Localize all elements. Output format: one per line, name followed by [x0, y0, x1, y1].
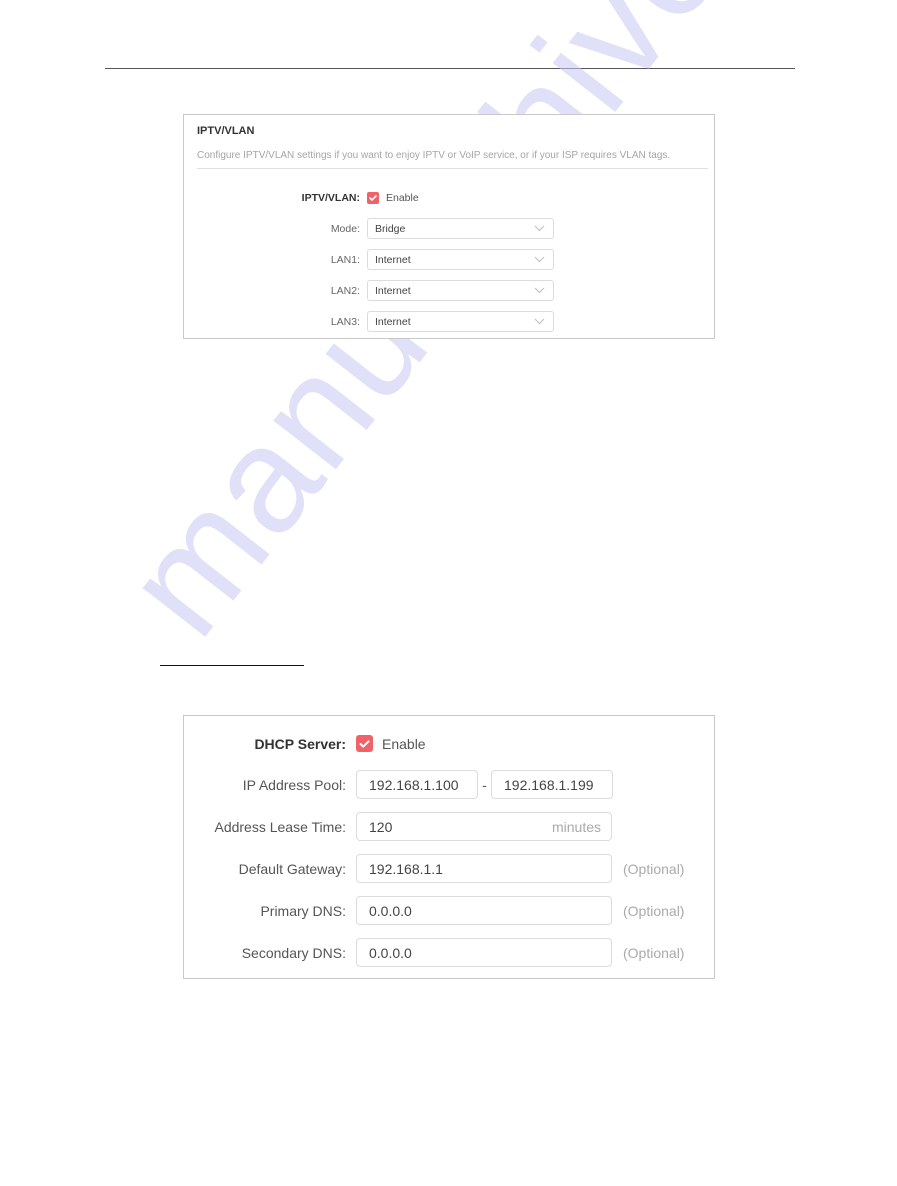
- link-underline: [160, 665, 304, 666]
- dhcp-enable-label: DHCP Server:: [254, 735, 346, 752]
- chevron-down-icon: [534, 256, 545, 263]
- page-header-rule: [105, 68, 795, 69]
- secondary-dns-input[interactable]: 0.0.0.0: [356, 938, 612, 967]
- ip-pool-end-value: 192.168.1.199: [504, 776, 594, 793]
- iptv-enable-checkbox-label[interactable]: Enable: [386, 192, 419, 204]
- iptv-vlan-panel: IPTV/VLAN Configure IPTV/VLAN settings i…: [183, 114, 715, 339]
- lan2-select-value: Internet: [375, 284, 411, 297]
- divider: [197, 168, 708, 169]
- lan1-select[interactable]: Internet: [367, 249, 554, 270]
- primary-dns-label: Primary DNS:: [260, 902, 346, 919]
- chevron-down-icon: [534, 318, 545, 325]
- lan1-label: LAN1:: [330, 253, 360, 266]
- default-gateway-row: Default Gateway: 192.168.1.1 (Optional): [184, 854, 684, 883]
- lan3-select[interactable]: Internet: [367, 311, 554, 332]
- default-gateway-optional-hint: (Optional): [623, 860, 685, 877]
- ip-pool-row: IP Address Pool: 192.168.1.100 - 192.168…: [184, 770, 613, 799]
- lan3-select-value: Internet: [375, 315, 411, 328]
- default-gateway-input[interactable]: 192.168.1.1: [356, 854, 612, 883]
- secondary-dns-row: Secondary DNS: 0.0.0.0 (Optional): [184, 938, 684, 967]
- dhcp-enable-checkbox-label[interactable]: Enable: [382, 736, 426, 752]
- lan3-label: LAN3:: [330, 315, 360, 328]
- lease-time-value: 120: [369, 818, 393, 835]
- lan2-select[interactable]: Internet: [367, 280, 554, 301]
- secondary-dns-optional-hint: (Optional): [623, 944, 685, 961]
- lan2-label: LAN2:: [330, 284, 360, 297]
- dhcp-server-panel: DHCP Server: Enable IP Address Pool: 192…: [183, 715, 715, 979]
- chevron-down-icon: [534, 225, 545, 232]
- iptv-enable-row: IPTV/VLAN: Enable: [184, 192, 419, 204]
- mode-row: Mode: Bridge: [184, 218, 554, 239]
- dhcp-enable-row: DHCP Server: Enable: [184, 735, 426, 752]
- lan2-row: LAN2: Internet: [184, 280, 554, 301]
- iptv-enable-label: IPTV/VLAN:: [301, 192, 360, 204]
- checkmark-icon: [359, 739, 370, 748]
- mode-select[interactable]: Bridge: [367, 218, 554, 239]
- panel-description: Configure IPTV/VLAN settings if you want…: [197, 150, 671, 161]
- secondary-dns-value: 0.0.0.0: [369, 944, 412, 961]
- primary-dns-row: Primary DNS: 0.0.0.0 (Optional): [184, 896, 684, 925]
- lease-time-row: Address Lease Time: 120 minutes: [184, 812, 612, 841]
- lease-time-unit: minutes: [551, 818, 601, 835]
- lan1-row: LAN1: Internet: [184, 249, 554, 270]
- lan1-select-value: Internet: [375, 253, 411, 266]
- dhcp-enable-checkbox[interactable]: [356, 735, 373, 752]
- ip-pool-end-input[interactable]: 192.168.1.199: [491, 770, 613, 799]
- panel-title: IPTV/VLAN: [197, 125, 255, 137]
- primary-dns-value: 0.0.0.0: [369, 902, 412, 919]
- chevron-down-icon: [534, 287, 545, 294]
- ip-pool-label: IP Address Pool:: [242, 776, 346, 793]
- ip-pool-start-input[interactable]: 192.168.1.100: [356, 770, 478, 799]
- ip-pool-separator: -: [482, 776, 487, 793]
- mode-label: Mode:: [330, 222, 360, 235]
- mode-select-value: Bridge: [375, 222, 406, 235]
- iptv-enable-checkbox[interactable]: [367, 192, 379, 204]
- primary-dns-optional-hint: (Optional): [623, 902, 685, 919]
- lan3-row: LAN3: Internet: [184, 311, 554, 332]
- primary-dns-input[interactable]: 0.0.0.0: [356, 896, 612, 925]
- ip-pool-start-value: 192.168.1.100: [369, 776, 459, 793]
- secondary-dns-label: Secondary DNS:: [241, 944, 346, 961]
- default-gateway-value: 192.168.1.1: [369, 860, 443, 877]
- lease-time-label: Address Lease Time:: [214, 818, 346, 835]
- lease-time-input[interactable]: 120 minutes: [356, 812, 612, 841]
- default-gateway-label: Default Gateway:: [238, 860, 346, 877]
- checkmark-icon: [369, 195, 377, 201]
